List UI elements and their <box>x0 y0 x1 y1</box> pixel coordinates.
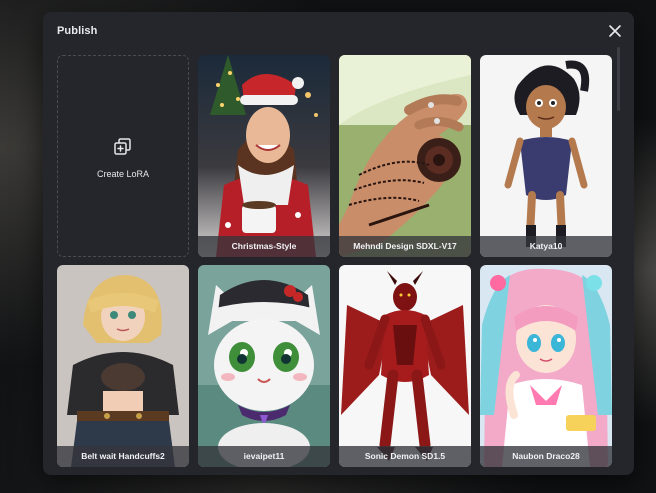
create-lora-label: Create LoRA <box>96 169 150 179</box>
card-thumbnail <box>198 55 330 257</box>
card-caption: Katya10 <box>480 236 612 257</box>
modal-title: Publish <box>57 25 98 37</box>
card-caption: Christmas-Style <box>198 236 330 257</box>
card-caption: ievaipet11 <box>198 446 330 467</box>
lora-card-sonic-demon[interactable]: Sonic Demon SD1.5 <box>339 265 471 467</box>
card-thumbnail <box>339 265 471 467</box>
close-icon <box>609 25 621 37</box>
lora-card-naubon-draco[interactable]: Naubon Draco28 <box>480 265 612 467</box>
lora-card-christmas-style[interactable]: Christmas-Style <box>198 55 330 257</box>
publish-modal: Publish Create LoRA Christmas-Style Mehn… <box>43 12 634 475</box>
card-thumbnail <box>198 265 330 467</box>
card-caption: Naubon Draco28 <box>480 446 612 467</box>
create-lora-content: Create LoRA <box>58 136 188 179</box>
add-layers-icon <box>114 138 131 155</box>
lora-card-belt-wait-handcuffs[interactable]: Belt wait Handcuffs2 <box>57 265 189 467</box>
scrollbar-thumb[interactable] <box>617 47 620 111</box>
lora-card-katya10[interactable]: Katya10 <box>480 55 612 257</box>
card-thumbnail <box>480 265 612 467</box>
close-button[interactable] <box>608 24 622 38</box>
modal-header: Publish <box>43 12 634 52</box>
card-caption: Sonic Demon SD1.5 <box>339 446 471 467</box>
card-thumbnail <box>57 265 189 467</box>
card-thumbnail <box>339 55 471 257</box>
lora-card-ievaipet11[interactable]: ievaipet11 <box>198 265 330 467</box>
create-lora-button[interactable]: Create LoRA <box>57 55 189 257</box>
lora-grid: Create LoRA Christmas-Style Mehndi Desig… <box>57 55 617 467</box>
card-caption: Belt wait Handcuffs2 <box>57 446 189 467</box>
card-thumbnail <box>480 55 612 257</box>
lora-card-mehndi-design[interactable]: Mehndi Design SDXL-V17 <box>339 55 471 257</box>
card-caption: Mehndi Design SDXL-V17 <box>339 236 471 257</box>
